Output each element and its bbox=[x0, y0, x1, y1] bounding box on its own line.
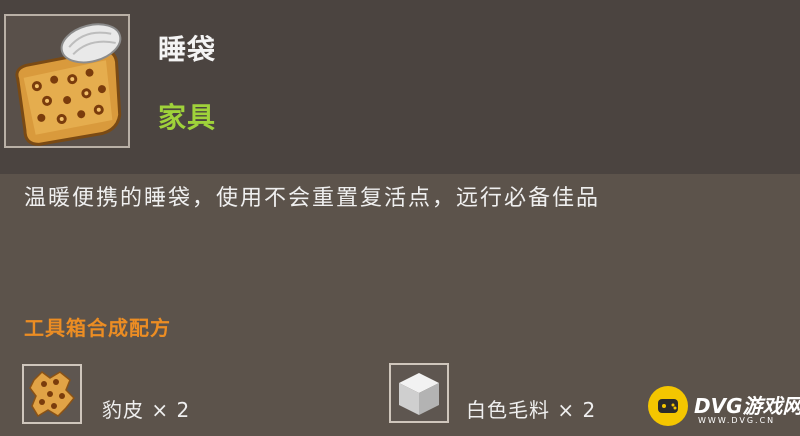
watermark-subtext: WWW.DVG.CN bbox=[698, 416, 776, 425]
leopard-skin-icon bbox=[29, 371, 76, 418]
sleeping-bag-icon bbox=[15, 23, 122, 146]
white-wool-icon bbox=[399, 373, 439, 415]
item-icon-frame bbox=[4, 14, 130, 148]
watermark-text: DVG游戏网 bbox=[694, 394, 800, 418]
site-watermark: DVG游戏网 WWW.DVG.CN bbox=[642, 378, 800, 434]
material-label-white-wool: 白色毛料 × 2 bbox=[466, 398, 597, 422]
material-label-leopard-skin: 豹皮 × 2 bbox=[102, 398, 191, 422]
gamepad-logo-icon bbox=[648, 386, 688, 426]
recipe-title: 工具箱合成配方 bbox=[24, 316, 171, 340]
material-slot-white-wool[interactable] bbox=[389, 363, 449, 423]
item-name: 睡袋 bbox=[158, 33, 217, 66]
item-category: 家具 bbox=[158, 101, 217, 134]
item-description: 温暖便携的睡袋，使用不会重置复活点，远行必备佳品 bbox=[24, 186, 601, 211]
material-slot-leopard-skin[interactable] bbox=[22, 364, 82, 424]
